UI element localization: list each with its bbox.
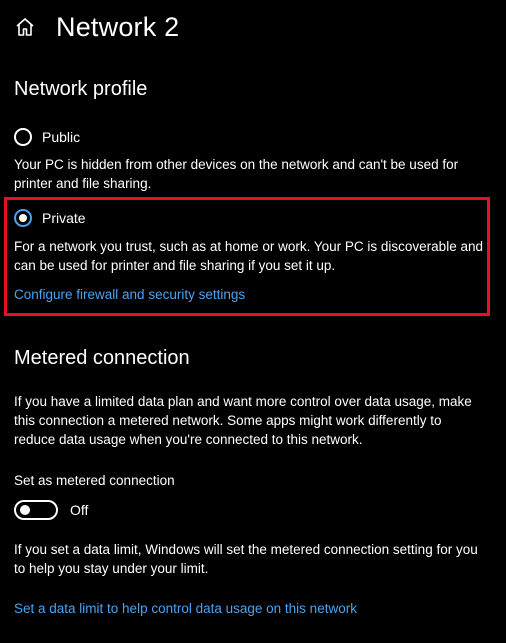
private-radio-button[interactable]	[14, 209, 32, 227]
public-radio-button[interactable]	[14, 128, 32, 146]
private-radio-label: Private	[42, 210, 86, 226]
public-description: Your PC is hidden from other devices on …	[14, 157, 459, 191]
metered-toggle-switch[interactable]	[14, 500, 58, 520]
page-header: Network 2	[14, 10, 179, 44]
home-icon[interactable]	[14, 16, 36, 38]
metered-toggle-label: Set as metered connection	[14, 473, 175, 488]
metered-toggle-row[interactable]: Off	[14, 500, 88, 520]
metered-description: If you have a limited data plan and want…	[14, 394, 472, 447]
public-radio-option[interactable]: Public	[14, 126, 80, 148]
network-profile-heading: Network profile	[14, 78, 148, 100]
toggle-knob	[20, 505, 30, 515]
public-radio-label: Public	[42, 129, 81, 145]
set-data-limit-link[interactable]: Set a data limit to help control data us…	[14, 601, 357, 616]
private-radio-option[interactable]: Private	[14, 207, 86, 229]
page-title: Network 2	[56, 11, 180, 42]
metered-toggle-state: Off	[70, 502, 89, 518]
data-limit-note: If you set a data limit, Windows will se…	[14, 542, 478, 576]
private-description: For a network you trust, such as at home…	[14, 239, 483, 273]
configure-firewall-link[interactable]: Configure firewall and security settings	[14, 287, 245, 302]
metered-connection-heading: Metered connection	[14, 347, 190, 369]
